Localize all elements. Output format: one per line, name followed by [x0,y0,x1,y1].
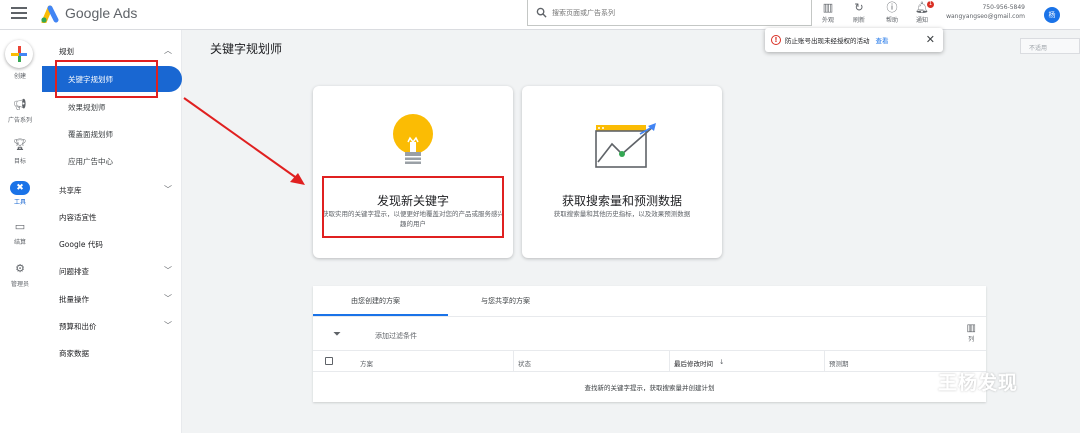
watermark-text: 王杨发现 [938,372,1019,394]
warning-icon: ! [771,35,781,45]
sort-down-icon[interactable]: ↓ [719,358,724,366]
rail-label-create: 创建 [13,73,26,80]
add-filter-button[interactable]: 添加过滤条件 [375,331,417,341]
tab-created-by-you[interactable]: 由您创建的方案 [351,296,400,306]
security-notice-text: 防止账号出现未经授权的活动 [785,37,870,45]
refresh-icon: ↻ [854,1,864,14]
filter-icon[interactable]: ⏷ [333,329,341,340]
notifications-label: 通知 [915,17,928,24]
annotation-box-discover [322,176,504,238]
sidebar-item-shared-library[interactable]: 共享库 [59,185,82,196]
hamburger-menu-icon[interactable] [11,7,27,21]
sidebar-item-troubleshooting[interactable]: 问题排查 [59,266,89,277]
tools-icon[interactable]: ✖ [10,181,30,195]
select-all-checkbox[interactable] [325,357,333,365]
appearance-label: 外观 [821,17,834,24]
refresh-button[interactable]: ↻ 刷新 [844,1,874,24]
rail-label-tools[interactable]: 工具 [0,197,40,206]
refresh-label: 刷新 [852,17,865,24]
view-link[interactable]: 查看 [876,35,889,45]
rail-label-admin[interactable]: 管理员 [0,279,40,288]
table-header: 方案 状态 最后修改时间 ↓ 预测期 [313,350,986,372]
chevron-up-icon[interactable]: ︿ [164,45,172,56]
search-icon [536,7,547,18]
plans-panel: 由您创建的方案 与您共享的方案 ⏷ 添加过滤条件 ▥ 列 方案 状态 最后修改时… [313,286,986,402]
create-button[interactable] [5,40,33,68]
notification-badge: 1 [927,1,934,8]
empty-state-text: 查找新的关键字提示，获取搜索量并创建计划 [584,384,715,392]
sidebar-item-performance-planner[interactable]: 效果规划师 [68,102,106,113]
sidebar-item-reach-planner[interactable]: 覆盖面规划师 [68,129,113,140]
sidebar-item-google-tag[interactable]: Google 代码 [59,239,103,250]
columns-icon: ▥ [966,323,976,334]
card-icon[interactable]: ▭ [10,220,30,234]
appearance-button[interactable]: ▥ 外观 [813,1,843,24]
forecast-card-title: 获取搜索量和预测数据 [561,194,682,208]
brand-name: Google Ads [65,5,138,21]
sidebar-item-budgets-bidding[interactable]: 预算和出价 [59,321,97,332]
column-forecast-period[interactable]: 预测期 [829,358,849,368]
trophy-icon[interactable]: 🏆︎ [10,138,30,152]
forecast-chart-icon [595,123,656,168]
rail-label-billing[interactable]: 结算 [0,237,40,246]
security-notice: ! 防止账号出现未经授权的活动 查看 ✕ [765,28,943,52]
sidebar-item-bulk-actions[interactable]: 批量操作 [59,294,89,305]
tab-shared-with-you[interactable]: 与您共享的方案 [481,296,530,306]
nav-section-planning[interactable]: 规划 [59,46,74,57]
help-icon: ⓘ [886,1,898,14]
account-id: 750-956-5849 [982,4,1025,11]
date-range-select[interactable]: 不适用 [1020,38,1080,54]
wechat-icon [900,371,929,391]
forecast-card-desc: 获取搜索量和其他历史指标，以及效果预测数据 [553,210,691,218]
notifications-button[interactable]: 🔔︎ 1 通知 [907,1,937,24]
forecast-card[interactable]: 获取搜索量和预测数据 获取搜索量和其他历史指标，以及效果预测数据 [522,86,722,258]
annotation-box-nav [55,60,158,98]
avatar[interactable]: 杨 [1044,7,1060,23]
sidebar-item-business-data[interactable]: 商家数据 [59,348,89,359]
help-label: 帮助 [885,17,898,24]
search-input[interactable] [552,8,792,17]
tabs-divider [313,316,986,317]
left-rail: 创建 📢︎ 广告系列 🏆︎ 目标 ✖ 工具 ▭ 结算 ⚙ 管理员 [0,30,42,433]
help-button[interactable]: ⓘ 帮助 [877,1,907,24]
chevron-down-icon[interactable]: ﹀ [164,293,172,304]
sidebar-item-app-center[interactable]: 应用广告中心 [68,156,113,167]
columns-button[interactable]: ▥ 列 [967,323,976,343]
chevron-down-icon[interactable]: ﹀ [164,265,172,276]
column-plan[interactable]: 方案 [360,358,373,368]
column-status[interactable]: 状态 [518,358,531,368]
column-last-modified[interactable]: 最后修改时间 [674,358,713,368]
watermark: 王杨发现 [900,368,1018,395]
rail-label-goals[interactable]: 目标 [0,156,40,165]
page-title: 关键字规划师 [210,42,283,56]
columns-label: 列 [968,336,975,343]
appearance-icon: ▥ [822,1,834,14]
chevron-down-icon[interactable]: ﹀ [164,184,172,195]
close-icon[interactable]: ✕ [926,33,935,46]
chevron-down-icon[interactable]: ﹀ [164,320,172,331]
search-box[interactable] [527,0,812,26]
gear-icon[interactable]: ⚙ [10,262,30,276]
megaphone-icon[interactable]: 📢︎ [10,98,30,112]
top-bar: Google Ads ▥ 外观 ↻ 刷新 ⓘ 帮助 🔔︎ 1 通知 750-95… [0,0,1080,30]
lightbulb-icon [393,114,433,164]
google-ads-logo [41,5,59,23]
account-info[interactable]: 750-956-5849 wangyangseo@gmail.com [946,3,1025,21]
sidebar-item-content-suitability[interactable]: 内容适宜性 [59,212,97,223]
account-email: wangyangseo@gmail.com [946,13,1025,20]
annotation-arrow-icon [183,97,305,185]
rail-label-campaigns[interactable]: 广告系列 [0,115,40,124]
